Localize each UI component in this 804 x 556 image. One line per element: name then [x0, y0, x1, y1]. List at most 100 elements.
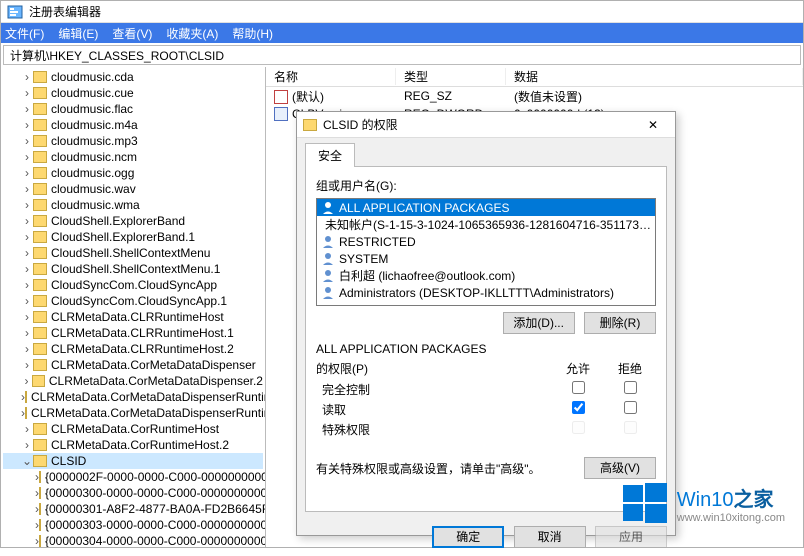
list-row[interactable]: (默认)REG_SZ(数值未设置) — [266, 87, 803, 105]
tree-item[interactable]: ›cloudmusic.flac — [3, 101, 263, 117]
tree-item[interactable]: ›CLRMetaData.CorRuntimeHost — [3, 421, 263, 437]
deny-checkbox[interactable] — [624, 381, 637, 394]
deny-checkbox[interactable] — [624, 421, 637, 434]
menu-favorites[interactable]: 收藏夹(A) — [166, 25, 218, 42]
group-users-label: 组或用户名(G): — [316, 177, 656, 194]
col-type[interactable]: 类型 — [396, 68, 506, 85]
menu-file[interactable]: 文件(F) — [5, 25, 44, 42]
tree-item[interactable]: ›CLRMetaData.CLRRuntimeHost — [3, 309, 263, 325]
add-button[interactable]: 添加(D)... — [503, 312, 575, 334]
expand-icon[interactable]: › — [21, 86, 33, 100]
tree-item[interactable]: ›CLRMetaData.CorMetaDataDispenserRuntime — [3, 389, 263, 405]
tree-item[interactable]: ›CloudShell.ExplorerBand — [3, 213, 263, 229]
expand-icon[interactable]: › — [21, 326, 33, 340]
folder-icon — [33, 231, 47, 243]
tree-item-label: cloudmusic.m4a — [51, 118, 138, 132]
tree-item-selected[interactable]: ⌄CLSID — [3, 453, 263, 469]
user-row[interactable]: 未知帐户(S-1-15-3-1024-1065365936-1281604716… — [317, 216, 655, 233]
address-bar[interactable]: 计算机\HKEY_CLASSES_ROOT\CLSID — [3, 45, 801, 65]
watermark-brand1: Win10 — [677, 489, 734, 511]
cancel-button[interactable]: 取消 — [514, 526, 586, 548]
expand-icon[interactable]: › — [21, 230, 33, 244]
expand-icon[interactable]: › — [21, 294, 33, 308]
user-row[interactable]: ALL APPLICATION PACKAGES — [317, 199, 655, 216]
tree-item[interactable]: ›CLRMetaData.CorMetaDataDispenserRuntime — [3, 405, 263, 421]
tree-item[interactable]: ›CLRMetaData.CorRuntimeHost.2 — [3, 437, 263, 453]
tree-item[interactable]: ›{00000304-0000-0000-C000-000000000046} — [3, 533, 263, 547]
user-row[interactable]: Administrators (DESKTOP-IKLLTTT\Administ… — [317, 284, 655, 301]
allow-checkbox[interactable] — [572, 381, 585, 394]
apply-button[interactable]: 应用 — [595, 526, 667, 548]
expand-icon[interactable]: › — [21, 166, 33, 180]
user-row[interactable]: SYSTEM — [317, 250, 655, 267]
tree-item[interactable]: ›CloudShell.ExplorerBand.1 — [3, 229, 263, 245]
tree-item[interactable]: ›cloudmusic.wav — [3, 181, 263, 197]
tree-item[interactable]: › cloudmusic.m4a — [3, 117, 263, 133]
tree-item[interactable]: ›CloudShell.ShellContextMenu — [3, 245, 263, 261]
tree-item[interactable]: › cloudmusic.wma — [3, 197, 263, 213]
folder-icon — [33, 343, 47, 355]
window-titlebar: 注册表编辑器 — [1, 1, 803, 23]
tree-item[interactable]: ›cloudmusic.cda — [3, 69, 263, 85]
tree-item[interactable]: ›cloudmusic.mp3 — [3, 133, 263, 149]
tree-item[interactable]: ›CloudShell.ShellContextMenu.1 — [3, 261, 263, 277]
expand-icon[interactable]: › — [21, 374, 32, 388]
folder-icon — [33, 439, 47, 451]
expand-icon[interactable]: › — [21, 214, 33, 228]
deny-checkbox[interactable] — [624, 401, 637, 414]
collapse-icon[interactable]: ⌄ — [21, 454, 33, 468]
tree-item-label: cloudmusic.wma — [51, 198, 140, 212]
tree-item-label: CLRMetaData.CorMetaDataDispenser.2 — [49, 374, 263, 388]
tree-item-label: CLRMetaData.CLRRuntimeHost.2 — [51, 342, 234, 356]
expand-icon[interactable]: › — [21, 118, 33, 132]
col-data[interactable]: 数据 — [506, 68, 803, 85]
expand-icon[interactable]: › — [21, 422, 33, 436]
tree-item[interactable]: ›CLRMetaData.CorMetaDataDispenser — [3, 357, 263, 373]
expand-icon[interactable]: › — [21, 182, 33, 196]
tree-item[interactable]: ›CloudSyncCom.CloudSyncApp — [3, 277, 263, 293]
expand-icon[interactable]: › — [21, 278, 33, 292]
tree-item[interactable]: ›cloudmusic.cue — [3, 85, 263, 101]
expand-icon[interactable]: › — [21, 134, 33, 148]
expand-icon[interactable]: › — [21, 198, 33, 212]
menu-edit[interactable]: 编辑(E) — [58, 25, 98, 42]
tree-item[interactable]: ›CloudSyncCom.CloudSyncApp.1 — [3, 293, 263, 309]
tree-item[interactable]: ›cloudmusic.ogg — [3, 165, 263, 181]
address-text: 计算机\HKEY_CLASSES_ROOT\CLSID — [10, 47, 224, 64]
tree-item[interactable]: ›{00000303-0000-0000-C000-000000000046} — [3, 517, 263, 533]
tree-item[interactable]: ›{00000301-A8F2-4877-BA0A-FD2B6645FB94} — [3, 501, 263, 517]
close-button[interactable]: ✕ — [637, 114, 669, 136]
tab-security[interactable]: 安全 — [305, 143, 355, 167]
user-name: 白利超 (lichaofree@outlook.com) — [339, 267, 515, 284]
tree-item[interactable]: ›CLRMetaData.CLRRuntimeHost.1 — [3, 325, 263, 341]
tree-item[interactable]: ›cloudmusic.ncm — [3, 149, 263, 165]
expand-icon[interactable]: › — [21, 438, 33, 452]
col-name[interactable]: 名称 — [266, 68, 396, 85]
expand-icon[interactable]: › — [21, 358, 33, 372]
allow-checkbox[interactable] — [572, 401, 585, 414]
expand-icon[interactable]: › — [21, 246, 33, 260]
dialog-title: CLSID 的权限 — [323, 116, 398, 133]
tree-item[interactable]: › CLRMetaData.CLRRuntimeHost.2 — [3, 341, 263, 357]
menu-help[interactable]: 帮助(H) — [232, 25, 273, 42]
expand-icon[interactable]: › — [21, 310, 33, 324]
expand-icon[interactable]: › — [21, 262, 33, 276]
user-row[interactable]: 白利超 (lichaofree@outlook.com) — [317, 267, 655, 284]
advanced-button[interactable]: 高级(V) — [584, 457, 656, 479]
tree-item[interactable]: › CLRMetaData.CorMetaDataDispenser.2 — [3, 373, 263, 389]
ok-button[interactable]: 确定 — [432, 526, 504, 548]
expand-icon[interactable]: › — [21, 70, 33, 84]
user-list[interactable]: ALL APPLICATION PACKAGES未知帐户(S-1-15-3-10… — [316, 198, 656, 306]
user-row[interactable]: RESTRICTED — [317, 233, 655, 250]
expand-icon[interactable]: › — [21, 342, 33, 356]
tree-item[interactable]: ›{00000300-0000-0000-C000-000000000046} — [3, 485, 263, 501]
folder-icon — [25, 391, 27, 403]
remove-button[interactable]: 删除(R) — [584, 312, 656, 334]
menu-view[interactable]: 查看(V) — [112, 25, 152, 42]
tree-pane[interactable]: ›cloudmusic.cda›cloudmusic.cue›cloudmusi… — [1, 67, 266, 547]
allow-checkbox[interactable] — [572, 421, 585, 434]
permissions-dialog: CLSID 的权限 ✕ 安全 组或用户名(G): ALL APPLICATION… — [296, 111, 676, 536]
expand-icon[interactable]: › — [21, 102, 33, 116]
tree-item[interactable]: ›{0000002F-0000-0000-C000-000000000046} — [3, 469, 263, 485]
expand-icon[interactable]: › — [21, 150, 33, 164]
